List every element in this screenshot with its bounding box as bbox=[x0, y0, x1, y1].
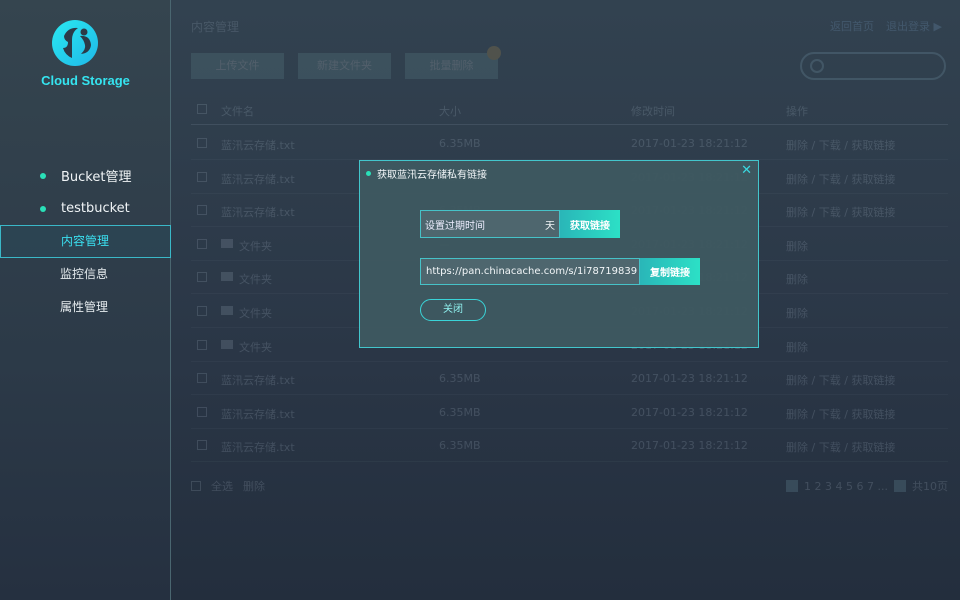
sidebar-item-content-management[interactable]: 内容管理 bbox=[0, 225, 171, 258]
file-ops[interactable]: 删除 / 下载 / 获取链接 bbox=[786, 372, 895, 388]
copy-link-button[interactable]: 复制链接 bbox=[640, 258, 700, 285]
folder-icon bbox=[221, 238, 233, 248]
file-name[interactable]: 文件夹 bbox=[239, 238, 272, 254]
file-time: 2017-01-23 18:21:12 bbox=[631, 137, 748, 150]
close-icon[interactable]: ✕ bbox=[741, 164, 752, 178]
table-row[interactable]: 蓝汛云存储.txt 6.35MB 2017-01-23 18:21:12 删除 / 下… bbox=[191, 396, 948, 429]
table-header: 文件名 大小 修改时间 操作 bbox=[191, 95, 948, 125]
file-name[interactable]: 蓝汛云存储.txt bbox=[221, 406, 295, 422]
file-time: 2017-01-23 18:21:12 bbox=[631, 372, 748, 386]
file-ops[interactable]: 删除 / 下载 / 获取链接 bbox=[786, 137, 895, 153]
file-ops[interactable]: 删除 / 下载 / 获取链接 bbox=[786, 171, 895, 187]
top-links: 返回首页 退出登录 ▶ bbox=[830, 18, 942, 34]
get-link-button[interactable]: 获取链接 bbox=[560, 210, 620, 238]
table-row[interactable]: 蓝汛云存储.txt 6.35MB 2017-01-23 18:21:12 删除 / 下… bbox=[191, 362, 948, 396]
file-name[interactable]: 蓝汛云存储.txt bbox=[221, 137, 295, 153]
col-name: 文件名 bbox=[221, 105, 254, 118]
expiry-days-input[interactable]: 设置过期时间 天 bbox=[420, 210, 560, 238]
search-icon bbox=[810, 59, 824, 73]
row-checkbox[interactable] bbox=[197, 138, 207, 148]
prev-page-button[interactable] bbox=[786, 480, 799, 492]
dialog-title: 获取蓝汛云存储私有链接 bbox=[366, 166, 487, 181]
expiry-placeholder: 设置过期时间 bbox=[425, 220, 485, 232]
file-ops[interactable]: 删除 / 下载 / 获取链接 bbox=[786, 204, 895, 220]
table-row[interactable]: 蓝汛云存储.txt 6.35MB 2017-01-23 18:21:12 删除 / 下… bbox=[191, 429, 948, 463]
sidebar: Cloud Storage Bucket管理 testbucket 内容管理 监… bbox=[0, 0, 171, 600]
bullet-dot-icon bbox=[366, 171, 371, 176]
file-name[interactable]: 蓝汛云存储.txt bbox=[221, 171, 295, 187]
file-size: 6.35MB bbox=[439, 439, 481, 453]
file-ops[interactable]: 删除 bbox=[786, 238, 808, 254]
home-link[interactable]: 返回首页 bbox=[830, 18, 874, 34]
row-checkbox[interactable] bbox=[197, 339, 207, 350]
page-numbers[interactable]: 1 2 3 4 5 6 7 ... bbox=[804, 480, 888, 493]
file-name[interactable]: 蓝汛云存储.txt bbox=[221, 439, 295, 455]
sidebar-item-testbucket[interactable]: testbucket bbox=[0, 192, 171, 225]
sidebar-nav: Bucket管理 testbucket 内容管理 监控信息 属性管理 bbox=[0, 159, 171, 324]
row-checkbox[interactable] bbox=[197, 440, 207, 451]
close-button[interactable]: 关闭 bbox=[420, 299, 486, 321]
row-checkbox[interactable] bbox=[197, 373, 207, 384]
file-size: 6.35MB bbox=[439, 405, 481, 419]
brand-name: Cloud Storage bbox=[41, 73, 130, 88]
logout-link[interactable]: 退出登录 ▶ bbox=[886, 18, 942, 34]
upload-button[interactable]: 上传文件 bbox=[191, 53, 284, 79]
row-checkbox[interactable] bbox=[197, 272, 207, 283]
sidebar-item-monitoring[interactable]: 监控信息 bbox=[0, 258, 171, 291]
table-row[interactable]: 蓝汛云存储.txt 6.35MB 2017-01-23 18:21:12 删除 / 下… bbox=[191, 127, 948, 160]
sidebar-item-properties[interactable]: 属性管理 bbox=[0, 291, 171, 324]
table-footer: 全选 删除 bbox=[191, 478, 265, 494]
row-checkbox[interactable] bbox=[197, 306, 207, 316]
file-ops[interactable]: 删除 bbox=[786, 339, 808, 355]
breadcrumb: 内容管理 bbox=[191, 20, 240, 34]
file-time: 2017-01-23 18:21:12 bbox=[631, 405, 748, 419]
file-ops[interactable]: 删除 / 下载 / 获取链接 bbox=[786, 439, 895, 455]
folder-icon bbox=[221, 272, 233, 282]
cloud-storage-logo-icon bbox=[52, 20, 98, 66]
folder-icon bbox=[221, 306, 233, 315]
select-all-checkbox[interactable] bbox=[197, 104, 207, 114]
row-checkbox[interactable] bbox=[197, 406, 207, 417]
select-all-label[interactable]: 全选 bbox=[211, 478, 233, 494]
next-page-button[interactable] bbox=[894, 480, 906, 492]
sidebar-item-label: testbucket bbox=[61, 201, 130, 216]
search-input[interactable] bbox=[800, 52, 946, 80]
file-ops[interactable]: 删除 / 下载 / 获取链接 bbox=[786, 406, 895, 422]
bullet-dot-icon bbox=[40, 205, 46, 212]
file-name[interactable]: 蓝汛云存储.txt bbox=[221, 204, 295, 220]
file-ops[interactable]: 删除 bbox=[786, 305, 808, 321]
expiry-unit: 天 bbox=[545, 220, 555, 232]
file-name[interactable]: 文件夹 bbox=[239, 305, 272, 321]
row-checkbox[interactable] bbox=[197, 205, 207, 216]
file-size: 6.35MB bbox=[439, 372, 481, 386]
count-badge bbox=[487, 46, 501, 60]
file-ops[interactable]: 删除 bbox=[786, 271, 808, 287]
private-link-dialog: 获取蓝汛云存储私有链接 ✕ 设置过期时间 天 获取链接 https://pan.… bbox=[359, 160, 759, 348]
file-time: 2017-01-23 18:21:12 bbox=[631, 439, 748, 453]
new-folder-button[interactable]: 新建文件夹 bbox=[298, 53, 391, 79]
pagination: 1 2 3 4 5 6 7 ... 共10页 bbox=[786, 478, 948, 494]
page-total: 共10页 bbox=[912, 480, 948, 493]
col-ops: 操作 bbox=[786, 105, 808, 118]
col-time: 修改时间 bbox=[631, 105, 675, 118]
row-checkbox[interactable] bbox=[197, 171, 207, 182]
bullet-dot-icon bbox=[40, 172, 46, 179]
dialog-title-text: 获取蓝汛云存储私有链接 bbox=[377, 170, 487, 181]
col-size: 大小 bbox=[439, 105, 461, 118]
folder-icon bbox=[221, 339, 233, 349]
footer-delete-link[interactable]: 删除 bbox=[243, 478, 265, 494]
file-name[interactable]: 蓝汛云存储.txt bbox=[221, 372, 295, 388]
row-checkbox[interactable] bbox=[197, 238, 207, 249]
file-size: 6.35MB bbox=[439, 137, 481, 150]
link-url-field[interactable]: https://pan.chinacache.com/s/1i78719839 bbox=[420, 258, 640, 285]
file-name[interactable]: 文件夹 bbox=[239, 271, 272, 287]
select-all-checkbox[interactable] bbox=[191, 481, 201, 491]
sidebar-item-label: Bucket管理 bbox=[61, 170, 132, 185]
file-name[interactable]: 文件夹 bbox=[239, 339, 272, 355]
sidebar-item-bucket[interactable]: Bucket管理 bbox=[0, 159, 171, 192]
batch-delete-button[interactable]: 批量删除 bbox=[405, 53, 498, 79]
